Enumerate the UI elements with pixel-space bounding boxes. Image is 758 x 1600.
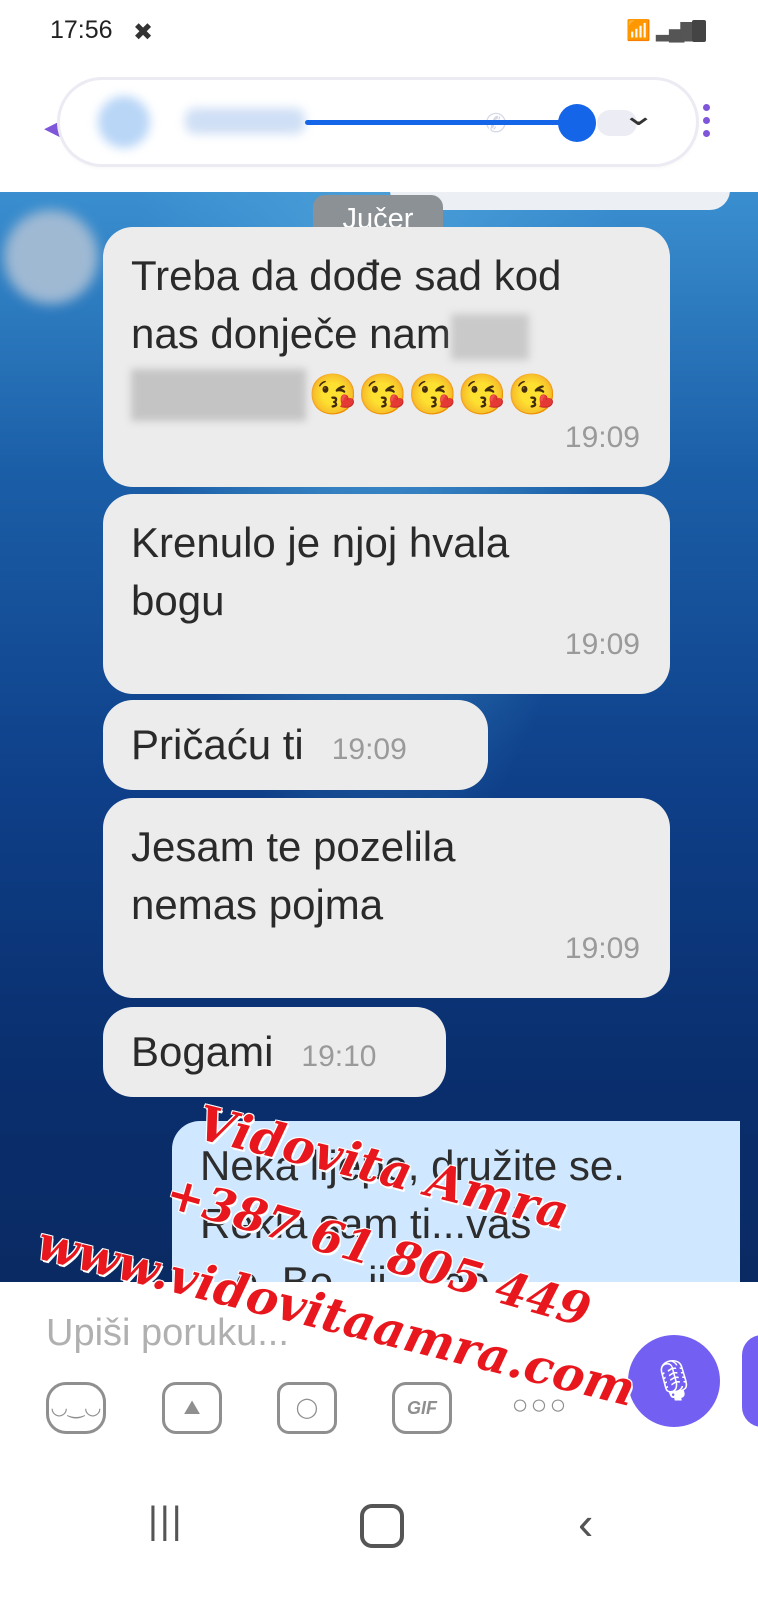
contact-pill[interactable]: ✆ ⌄ — [60, 80, 696, 164]
contact-name — [185, 108, 305, 134]
status-bar: 17:56 ✖ 📶 ▂▄▆ — [0, 0, 758, 62]
message-text: Treba da dođe sad kod — [131, 252, 562, 299]
gif-icon[interactable]: GIF — [392, 1382, 452, 1434]
side-button[interactable] — [742, 1335, 758, 1427]
gallery-icon[interactable]: ⛰ — [162, 1382, 222, 1434]
redacted-text — [131, 368, 306, 421]
message-text: Krenulo je njoj hvala — [131, 519, 510, 566]
notification-app-icon: ✖ — [133, 19, 154, 46]
message-time: 19:09 — [564, 421, 640, 454]
message-time: 19:09 — [564, 932, 640, 965]
gif-label: GIF — [407, 1398, 437, 1418]
conversation-header: ◀ ✆ ⌄ — [0, 62, 758, 192]
incoming-message[interactable]: Bogami 19:10 — [103, 1007, 446, 1097]
message-text: nas donječe nam — [131, 310, 451, 357]
signal-icon: ▂▄▆ — [656, 16, 697, 41]
wifi-icon: 📶 — [626, 20, 651, 42]
recent-apps-icon[interactable]: ||| — [148, 1500, 184, 1543]
home-icon[interactable] — [360, 1504, 404, 1548]
microphone-icon[interactable]: 🎙 — [628, 1335, 720, 1427]
message-time: 19:09 — [331, 733, 407, 766]
progress-slider-knob[interactable] — [558, 104, 596, 142]
more-vert-icon[interactable] — [703, 104, 711, 143]
camera-icon[interactable]: ◯ — [277, 1382, 337, 1434]
incoming-message[interactable]: Pričaću ti 19:09 — [103, 700, 488, 790]
status-time: 17:56 — [50, 16, 113, 44]
message-text: Bogami — [131, 1028, 274, 1075]
sticker-icon[interactable]: ◡‿◡ — [46, 1382, 106, 1434]
system-nav-bar: ||| ‹ — [0, 1480, 758, 1600]
message-text: Pričaću ti — [131, 721, 304, 768]
back-icon[interactable]: ‹ — [578, 1496, 593, 1550]
chat-area[interactable]: Jučer Treba da dođe sad kod nas donječe … — [0, 192, 758, 1282]
message-time: 19:09 — [564, 628, 640, 661]
battery-icon — [692, 20, 706, 42]
progress-slider-track[interactable] — [305, 120, 575, 125]
incoming-message[interactable]: Krenulo je njoj hvala bogu 19:09 — [103, 494, 670, 694]
kiss-emoji: 😘😘😘😘😘 — [308, 372, 558, 417]
chevron-down-icon[interactable]: ⌄ — [621, 98, 656, 133]
sender-avatar[interactable] — [4, 210, 98, 304]
redacted-text — [450, 313, 529, 360]
incoming-message[interactable]: Jesam te pozelila nemas pojma 19:09 — [103, 798, 670, 998]
message-time: 19:10 — [301, 1040, 377, 1073]
message-text: Jesam te pozelila — [131, 823, 456, 870]
incoming-message[interactable]: Treba da dođe sad kod nas donječe nam 😘😘… — [103, 227, 670, 487]
contact-avatar[interactable] — [98, 96, 150, 148]
